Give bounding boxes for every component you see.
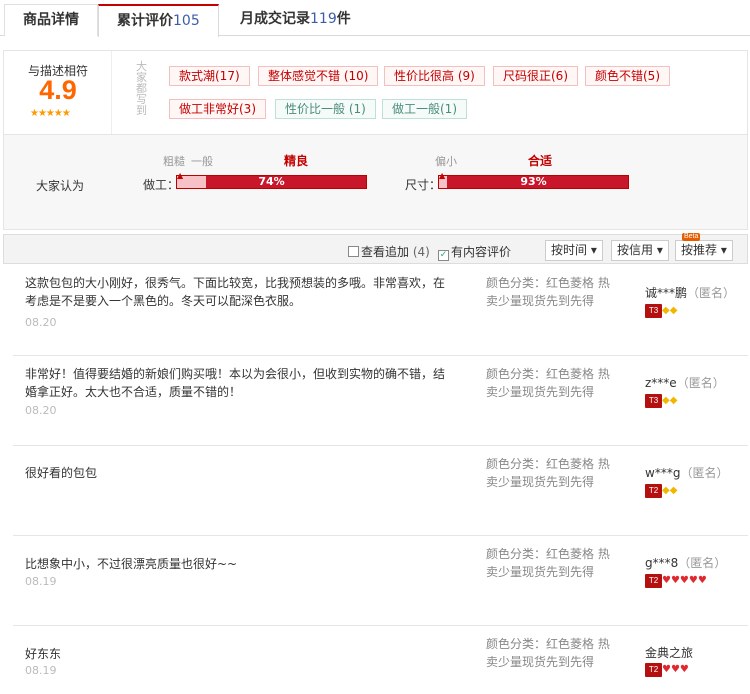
credit-level-icon: T3	[645, 304, 662, 318]
tag-item[interactable]: 尺码很正(6)	[493, 66, 578, 86]
reviewer-name: g***8（匿名）	[645, 556, 727, 570]
review-date: 08.20	[25, 316, 57, 329]
checkbox-icon[interactable]	[348, 246, 359, 257]
reviewer-name: 诚***鹏（匿名）	[645, 286, 736, 300]
tag-item[interactable]: 做工非常好(3)	[169, 99, 266, 119]
review-text: 很好看的包包	[25, 466, 98, 480]
star-rating-icon: ★★★★★	[30, 108, 71, 119]
review-item: 好东东 08.19 颜色分类：红色菱格 热卖少量现货先到先得 金典之旅 T2 ♥♥…	[13, 626, 748, 694]
arrow-down-icon: ▾	[656, 243, 663, 257]
credit-level-icon: T2	[645, 663, 662, 677]
reviewer-name: w***g（匿名）	[645, 466, 729, 480]
sales-count: 119	[310, 11, 337, 27]
sort-by-recommend-button[interactable]: Beta 按推荐 ▾	[675, 233, 733, 261]
tab-product-details[interactable]: 商品详情	[4, 4, 98, 36]
bar-percent: 74%	[258, 175, 285, 188]
tab-monthly-sales[interactable]: 月成交记录119件	[222, 4, 369, 36]
review-tabs: 商品详情 累计评价105 月成交记录119件	[0, 0, 750, 37]
sort-by-credit-button[interactable]: 按信用 ▾	[611, 240, 669, 261]
follow-up-checkbox[interactable]: 查看追加 (4)	[348, 243, 430, 260]
review-count: 105	[173, 13, 200, 29]
reviewer-badges: T2 ◆◆	[645, 484, 677, 498]
heart-icon: ♥♥♥	[662, 664, 689, 675]
workmanship-bar: ▲ 74%	[176, 171, 367, 189]
opinion-panel: 大家认为 粗糙 一般 精良 做工： ▲ 74% 偏小 合适 尺寸： ▲ 93%	[3, 134, 748, 230]
review-text: 这款包包的大小刚好，很秀气。下面比较宽，比我预想装的多哦。非常喜欢，在考虑是不是…	[25, 276, 446, 308]
tag-item[interactable]: 整体感觉不错 (10)	[258, 66, 379, 86]
review-date: 08.19	[25, 664, 57, 677]
diamond-icon: ◆◆	[662, 395, 678, 406]
review-sku: 颜色分类：红色菱格 热卖少量现货先到先得	[486, 276, 610, 308]
tag-item[interactable]: 做工一般(1)	[382, 99, 467, 119]
review-item: 很好看的包包 颜色分类：红色菱格 热卖少量现货先到先得 w***g（匿名） T2…	[13, 446, 748, 536]
review-sku: 颜色分类：红色菱格 热卖少量现货先到先得	[486, 637, 610, 669]
opinion-label: 大家认为	[36, 179, 85, 193]
review-sku: 颜色分类：红色菱格 热卖少量现货先到先得	[486, 547, 610, 579]
reviewer-name: z***e（匿名）	[645, 376, 725, 390]
review-date: 08.20	[25, 404, 57, 417]
tag-item[interactable]: 款式潮(17)	[169, 66, 250, 86]
review-filter-bar: 查看追加 (4) ✓ 有内容评价 按时间 ▾ 按信用 ▾ Beta 按推荐 ▾	[3, 233, 748, 264]
tag-item[interactable]: 颜色不错(5)	[585, 66, 670, 86]
arrow-down-icon: ▾	[720, 243, 727, 257]
beta-badge: Beta	[682, 233, 701, 241]
scale-mid-label: 一般	[191, 155, 213, 168]
sort-by-time-button[interactable]: 按时间 ▾	[545, 240, 603, 261]
review-sku: 颜色分类：红色菱格 热卖少量现货先到先得	[486, 367, 610, 399]
credit-level-icon: T3	[645, 394, 662, 408]
tag-group-label: 大家都写到	[136, 60, 147, 117]
reviewer-badges: T3 ◆◆	[645, 394, 677, 408]
diamond-icon: ◆◆	[662, 305, 678, 316]
tab-reviews[interactable]: 累计评价105	[98, 4, 219, 37]
review-date: 08.19	[25, 575, 57, 588]
review-item: 非常好！值得要结婚的新娘们购买哦！本以为会很小，但收到实物的确不错，结婚拿正好。…	[13, 356, 748, 446]
bar-percent: 93%	[520, 175, 547, 188]
heart-icon: ♥♥♥♥♥	[662, 575, 707, 586]
score-box: 与描述相符 4.9 ★★★★★	[4, 51, 112, 135]
scale-top-label: 精良	[284, 154, 309, 168]
credit-level-icon: T2	[645, 574, 662, 588]
diamond-icon: ◆◆	[662, 485, 678, 496]
bar-label-workmanship: 做工：	[143, 178, 180, 192]
review-item: 比想象中小，不过很漂亮质量也很好~~ 08.19 颜色分类：红色菱格 热卖少量现…	[13, 536, 748, 626]
review-item: 这款包包的大小刚好，很秀气。下面比较宽，比我预想装的多哦。非常喜欢，在考虑是不是…	[13, 266, 748, 356]
tag-item[interactable]: 性价比很高 (9)	[384, 66, 485, 86]
reviewer-name: 金典之旅	[645, 646, 694, 660]
has-content-checkbox[interactable]: ✓ 有内容评价	[438, 243, 511, 261]
scale-low-label: 偏小	[435, 155, 457, 168]
review-text: 非常好！值得要结婚的新娘们购买哦！本以为会很小，但收到实物的确不错，结婚拿正好。…	[25, 367, 446, 399]
scale-low-label: 粗糙	[163, 155, 185, 168]
reviewer-badges: T2 ♥♥♥♥♥	[645, 574, 707, 588]
scale-top-label: 合适	[528, 154, 553, 168]
review-text: 比想象中小，不过很漂亮质量也很好~~	[25, 557, 238, 571]
checkbox-checked-icon[interactable]: ✓	[438, 250, 449, 261]
credit-level-icon: T2	[645, 484, 662, 498]
size-bar: ▲ 93%	[438, 171, 629, 189]
reviewer-badges: T2 ♥♥♥	[645, 663, 689, 677]
score-value: 4.9	[39, 75, 77, 105]
bar-label-size: 尺寸：	[405, 178, 442, 192]
review-sku: 颜色分类：红色菱格 热卖少量现货先到先得	[486, 457, 610, 489]
tag-item[interactable]: 性价比一般 (1)	[275, 99, 376, 119]
arrow-down-icon: ▾	[590, 243, 597, 257]
reviewer-badges: T3 ◆◆	[645, 304, 677, 318]
rating-summary: 与描述相符 4.9 ★★★★★ 大家都写到 款式潮(17) 整体感觉不错 (10…	[3, 50, 748, 135]
review-text: 好东东	[25, 647, 62, 661]
